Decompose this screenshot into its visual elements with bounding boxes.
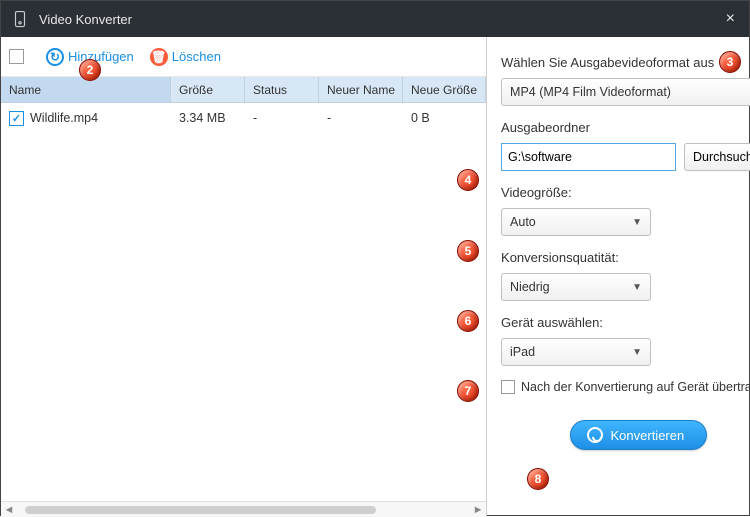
main: ↻ Hinzufügen 🗑 Löschen Name Größe Status… <box>1 37 749 517</box>
right-pane: Wählen Sie Ausgabevideoformat aus MP4 (M… <box>487 37 750 517</box>
table-empty-area <box>1 133 486 501</box>
col-newsize[interactable]: Neue Größe <box>403 77 486 103</box>
device-label: Gerät auswählen: <box>501 315 750 330</box>
left-pane: ↻ Hinzufügen 🗑 Löschen Name Größe Status… <box>1 37 487 517</box>
add-label: Hinzufügen <box>68 49 134 64</box>
cell-newsize: 0 B <box>403 111 486 125</box>
output-folder-input[interactable] <box>501 143 676 171</box>
col-size[interactable]: Größe <box>171 77 245 103</box>
window-title: Video Konverter <box>39 12 722 27</box>
row-checkbox[interactable]: ✓ <box>9 111 24 126</box>
horizontal-scrollbar[interactable]: ◄ ► <box>1 501 486 517</box>
scroll-left-icon[interactable]: ◄ <box>1 504 17 516</box>
output-format-value: MP4 (MP4 Film Videoformat) <box>510 85 671 99</box>
cell-size: 3.34 MB <box>171 111 245 125</box>
output-folder-label: Ausgabeordner <box>501 120 750 135</box>
convert-label: Konvertieren <box>611 428 685 443</box>
table-row[interactable]: ✓ Wildlife.mp4 3.34 MB - - 0 B <box>1 103 486 133</box>
quality-select[interactable]: Niedrig ▼ <box>501 273 651 301</box>
device-value: iPad <box>510 345 535 359</box>
video-size-value: Auto <box>510 215 536 229</box>
convert-button[interactable]: Konvertieren <box>570 420 708 450</box>
delete-button[interactable]: 🗑 Löschen <box>144 44 227 70</box>
chevron-down-icon: ▼ <box>632 347 642 358</box>
quality-label: Konversionsquatität: <box>501 250 750 265</box>
delete-label: Löschen <box>172 49 221 64</box>
cell-status: - <box>245 111 319 125</box>
device-select[interactable]: iPad ▼ <box>501 338 651 366</box>
scroll-thumb[interactable] <box>25 506 376 514</box>
output-format-label: Wählen Sie Ausgabevideoformat aus <box>501 55 750 70</box>
video-size-select[interactable]: Auto ▼ <box>501 208 651 236</box>
col-status[interactable]: Status <box>245 77 319 103</box>
quality-value: Niedrig <box>510 280 550 294</box>
titlebar: Video Konverter × <box>1 1 749 37</box>
add-icon: ↻ <box>46 48 64 66</box>
toolbar: ↻ Hinzufügen 🗑 Löschen <box>1 37 486 77</box>
cell-name: Wildlife.mp4 <box>30 111 98 125</box>
table-header: Name Größe Status Neuer Name Neue Größe <box>1 77 486 103</box>
chevron-down-icon: ▼ <box>632 217 642 228</box>
transfer-checkbox[interactable] <box>501 380 515 394</box>
scroll-right-icon[interactable]: ► <box>470 504 486 516</box>
video-size-label: Videogröße: <box>501 185 750 200</box>
col-newname[interactable]: Neuer Name <box>319 77 403 103</box>
chevron-down-icon: ▼ <box>632 282 642 293</box>
add-button[interactable]: ↻ Hinzufügen <box>40 44 140 70</box>
cell-newname: - <box>319 111 403 125</box>
convert-icon <box>587 427 603 443</box>
transfer-label: Nach der Konvertierung auf Gerät übertra… <box>521 380 750 394</box>
close-icon[interactable]: × <box>722 10 739 28</box>
app-icon <box>11 10 29 28</box>
output-format-select[interactable]: MP4 (MP4 Film Videoformat) ▼ <box>501 78 750 106</box>
col-name[interactable]: Name <box>1 77 171 103</box>
trash-icon: 🗑 <box>150 48 168 66</box>
select-all-checkbox[interactable] <box>9 49 24 64</box>
browse-button[interactable]: Durchsuchen <box>684 143 750 171</box>
transfer-after-convert-option[interactable]: Nach der Konvertierung auf Gerät übertra… <box>501 380 750 394</box>
